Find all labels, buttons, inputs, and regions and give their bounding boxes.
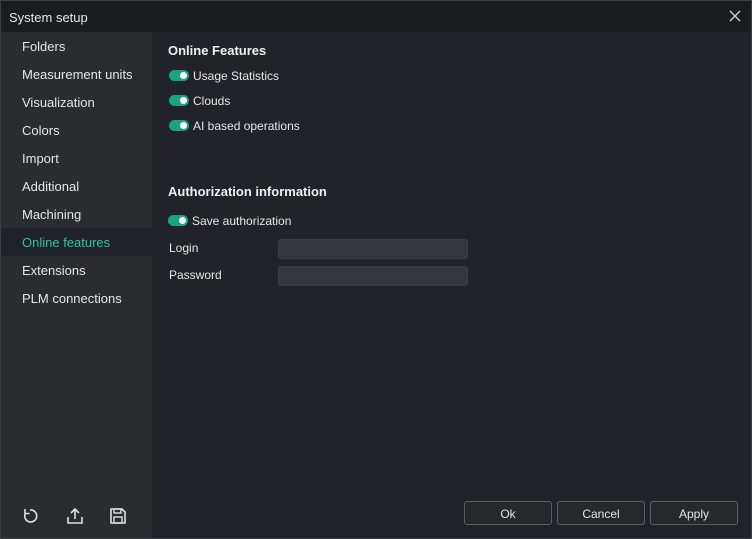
sidebar-item-plm-connections[interactable]: PLM connections <box>1 284 152 312</box>
sidebar-item-colors[interactable]: Colors <box>1 116 152 144</box>
usage-statistics-toggle[interactable] <box>169 70 189 81</box>
usage-statistics-label: Usage Statistics <box>193 69 280 83</box>
sidebar-item-visualization[interactable]: Visualization <box>1 88 152 116</box>
settings-panel: Online Features Usage Statistics Clouds … <box>152 32 751 538</box>
export-icon[interactable] <box>64 505 86 527</box>
cancel-button[interactable]: Cancel <box>557 501 645 525</box>
sidebar-item-online-features[interactable]: Online features <box>1 228 152 256</box>
sidebar-item-label: Visualization <box>22 95 95 110</box>
sidebar-item-label: Extensions <box>22 263 86 278</box>
sidebar-item-machining[interactable]: Machining <box>1 200 152 228</box>
online-features-heading: Online Features <box>168 43 267 58</box>
authorization-heading: Authorization information <box>168 184 327 199</box>
close-icon[interactable] <box>725 6 745 26</box>
system-setup-window: System setup Folders Measurement units V… <box>0 0 752 539</box>
save-authorization-toggle[interactable] <box>168 215 188 226</box>
sidebar-item-extensions[interactable]: Extensions <box>1 256 152 284</box>
password-label: Password <box>169 268 222 282</box>
sidebar-item-label: Import <box>22 151 59 166</box>
sidebar: Folders Measurement units Visualization … <box>1 32 152 538</box>
login-input[interactable] <box>278 239 468 259</box>
sidebar-item-label: Machining <box>22 207 82 222</box>
save-icon[interactable] <box>107 505 129 527</box>
sidebar-item-measurement-units[interactable]: Measurement units <box>1 60 152 88</box>
sidebar-item-additional[interactable]: Additional <box>1 172 152 200</box>
apply-button[interactable]: Apply <box>650 501 738 525</box>
clouds-toggle[interactable] <box>169 95 189 106</box>
ai-operations-label: AI based operations <box>193 119 300 133</box>
sidebar-item-label: Colors <box>22 123 60 138</box>
sidebar-item-label: Folders <box>22 39 66 54</box>
sidebar-item-label: PLM connections <box>22 291 122 306</box>
title-bar: System setup <box>1 1 751 32</box>
clouds-label: Clouds <box>193 94 231 108</box>
sidebar-item-import[interactable]: Import <box>1 144 152 172</box>
sidebar-item-label: Additional <box>22 179 80 194</box>
password-input[interactable] <box>278 266 468 286</box>
ai-operations-toggle[interactable] <box>169 120 189 131</box>
ok-button[interactable]: Ok <box>464 501 552 525</box>
window-title: System setup <box>9 10 88 25</box>
login-label: Login <box>169 241 199 255</box>
sidebar-item-label: Online features <box>22 235 111 250</box>
reset-icon[interactable] <box>19 505 41 527</box>
sidebar-item-folders[interactable]: Folders <box>1 32 152 60</box>
sidebar-item-label: Measurement units <box>22 67 133 82</box>
save-authorization-label: Save authorization <box>192 214 292 228</box>
